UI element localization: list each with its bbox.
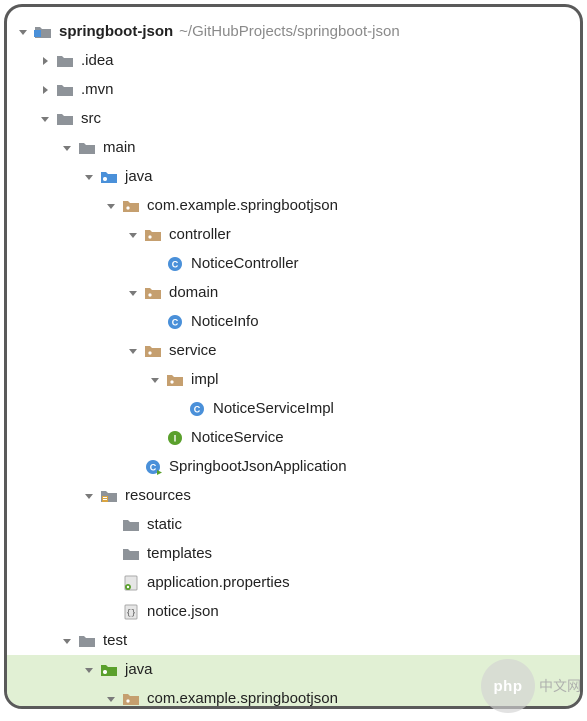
tree-row[interactable]: I NoticeService [7,423,580,452]
module-icon [33,23,53,41]
tree-item-label: templates [147,545,212,562]
svg-text:C: C [172,317,179,327]
tree-row[interactable]: java [7,162,580,191]
chevron-down-icon[interactable] [125,343,141,359]
folder-grey-icon [55,110,75,128]
chevron-down-icon[interactable] [125,285,141,301]
tree-item-label: test [103,632,127,649]
json-icon: {} [121,603,141,621]
folder-res-icon [99,487,119,505]
tree-item-label: notice.json [147,603,219,620]
tree-row[interactable]: C NoticeInfo [7,307,580,336]
folder-test-icon [99,661,119,679]
tree-item-label: controller [169,226,231,243]
tree-row[interactable]: .idea [7,46,580,75]
chevron-down-icon[interactable] [59,633,75,649]
tree-item-label: main [103,139,136,156]
class-icon: C [165,255,185,273]
chevron-down-icon[interactable] [103,691,119,707]
tree-row[interactable]: controller [7,220,580,249]
chevron-down-icon[interactable] [103,198,119,214]
package-icon [165,371,185,389]
tree-row[interactable]: test [7,626,580,655]
tree-item-label: java [125,168,153,185]
tree-row[interactable]: {} notice.json [7,597,580,626]
interface-icon: I [165,429,185,447]
tree-row[interactable]: .mvn [7,75,580,104]
watermark-text: 中文网 [539,676,581,696]
path-suffix: ~/GitHubProjects/springboot-json [179,23,400,40]
svg-text:C: C [194,404,201,414]
folder-grey-icon [77,139,97,157]
watermark: php 中文网 [481,659,581,713]
tree-row[interactable]: application.properties [7,568,580,597]
folder-grey-icon [77,632,97,650]
tree-item-label: .mvn [81,81,114,98]
chevron-right-icon[interactable] [37,53,53,69]
package-icon [143,342,163,360]
tree-item-label: service [169,342,217,359]
package-icon [121,690,141,708]
chevron-down-icon[interactable] [81,662,97,678]
class-icon: C [187,400,207,418]
tree-item-label: impl [191,371,219,388]
project-tree[interactable]: springboot-json ~/GitHubProjects/springbo… [4,4,583,709]
tree-row[interactable]: springboot-json ~/GitHubProjects/springbo… [7,17,580,46]
tree-row[interactable]: main [7,133,580,162]
svg-text:I: I [174,433,177,443]
tree-row[interactable]: C NoticeServiceImpl [7,394,580,423]
tree-row[interactable]: C NoticeController [7,249,580,278]
tree-item-label: NoticeInfo [191,313,259,330]
class-icon: C [165,313,185,331]
package-icon [143,226,163,244]
tree-row[interactable]: service [7,336,580,365]
tree-item-label: java [125,661,153,678]
tree-row[interactable]: domain [7,278,580,307]
chevron-right-icon[interactable] [37,82,53,98]
chevron-down-icon[interactable] [81,488,97,504]
svg-text:{}: {} [126,609,136,618]
tree-item-label: springboot-json [59,23,173,40]
folder-grey-icon [121,545,141,563]
chevron-down-icon[interactable] [15,24,31,40]
chevron-down-icon[interactable] [147,372,163,388]
tree-item-label: application.properties [147,574,290,591]
svg-text:C: C [172,259,179,269]
tree-item-label: static [147,516,182,533]
chevron-down-icon[interactable] [37,111,53,127]
folder-grey-icon [121,516,141,534]
chevron-down-icon[interactable] [125,227,141,243]
tree-item-label: NoticeServiceImpl [213,400,334,417]
folder-grey-icon [55,81,75,99]
tree-row[interactable]: templates [7,539,580,568]
tree-row[interactable]: src [7,104,580,133]
tree-row[interactable]: impl [7,365,580,394]
class-run-icon: C [143,458,163,476]
chevron-down-icon[interactable] [59,140,75,156]
tree-item-label: resources [125,487,191,504]
tree-row[interactable]: resources [7,481,580,510]
properties-icon [121,574,141,592]
tree-item-label: .idea [81,52,114,69]
tree-item-label: NoticeService [191,429,284,446]
tree-item-label: SpringbootJsonApplication [169,458,347,475]
tree-item-label: com.example.springbootjson [147,197,338,214]
folder-grey-icon [55,52,75,70]
package-icon [143,284,163,302]
tree-row[interactable]: static [7,510,580,539]
watermark-badge: php [481,659,535,713]
tree-item-label: domain [169,284,218,301]
package-icon [121,197,141,215]
svg-text:C: C [150,462,157,472]
chevron-down-icon[interactable] [81,169,97,185]
tree-item-label: com.example.springbootjson [147,690,338,707]
folder-source-icon [99,168,119,186]
tree-item-label: src [81,110,101,127]
tree-row[interactable]: C SpringbootJsonApplication [7,452,580,481]
tree-row[interactable]: com.example.springbootjson [7,191,580,220]
tree-item-label: NoticeController [191,255,299,272]
